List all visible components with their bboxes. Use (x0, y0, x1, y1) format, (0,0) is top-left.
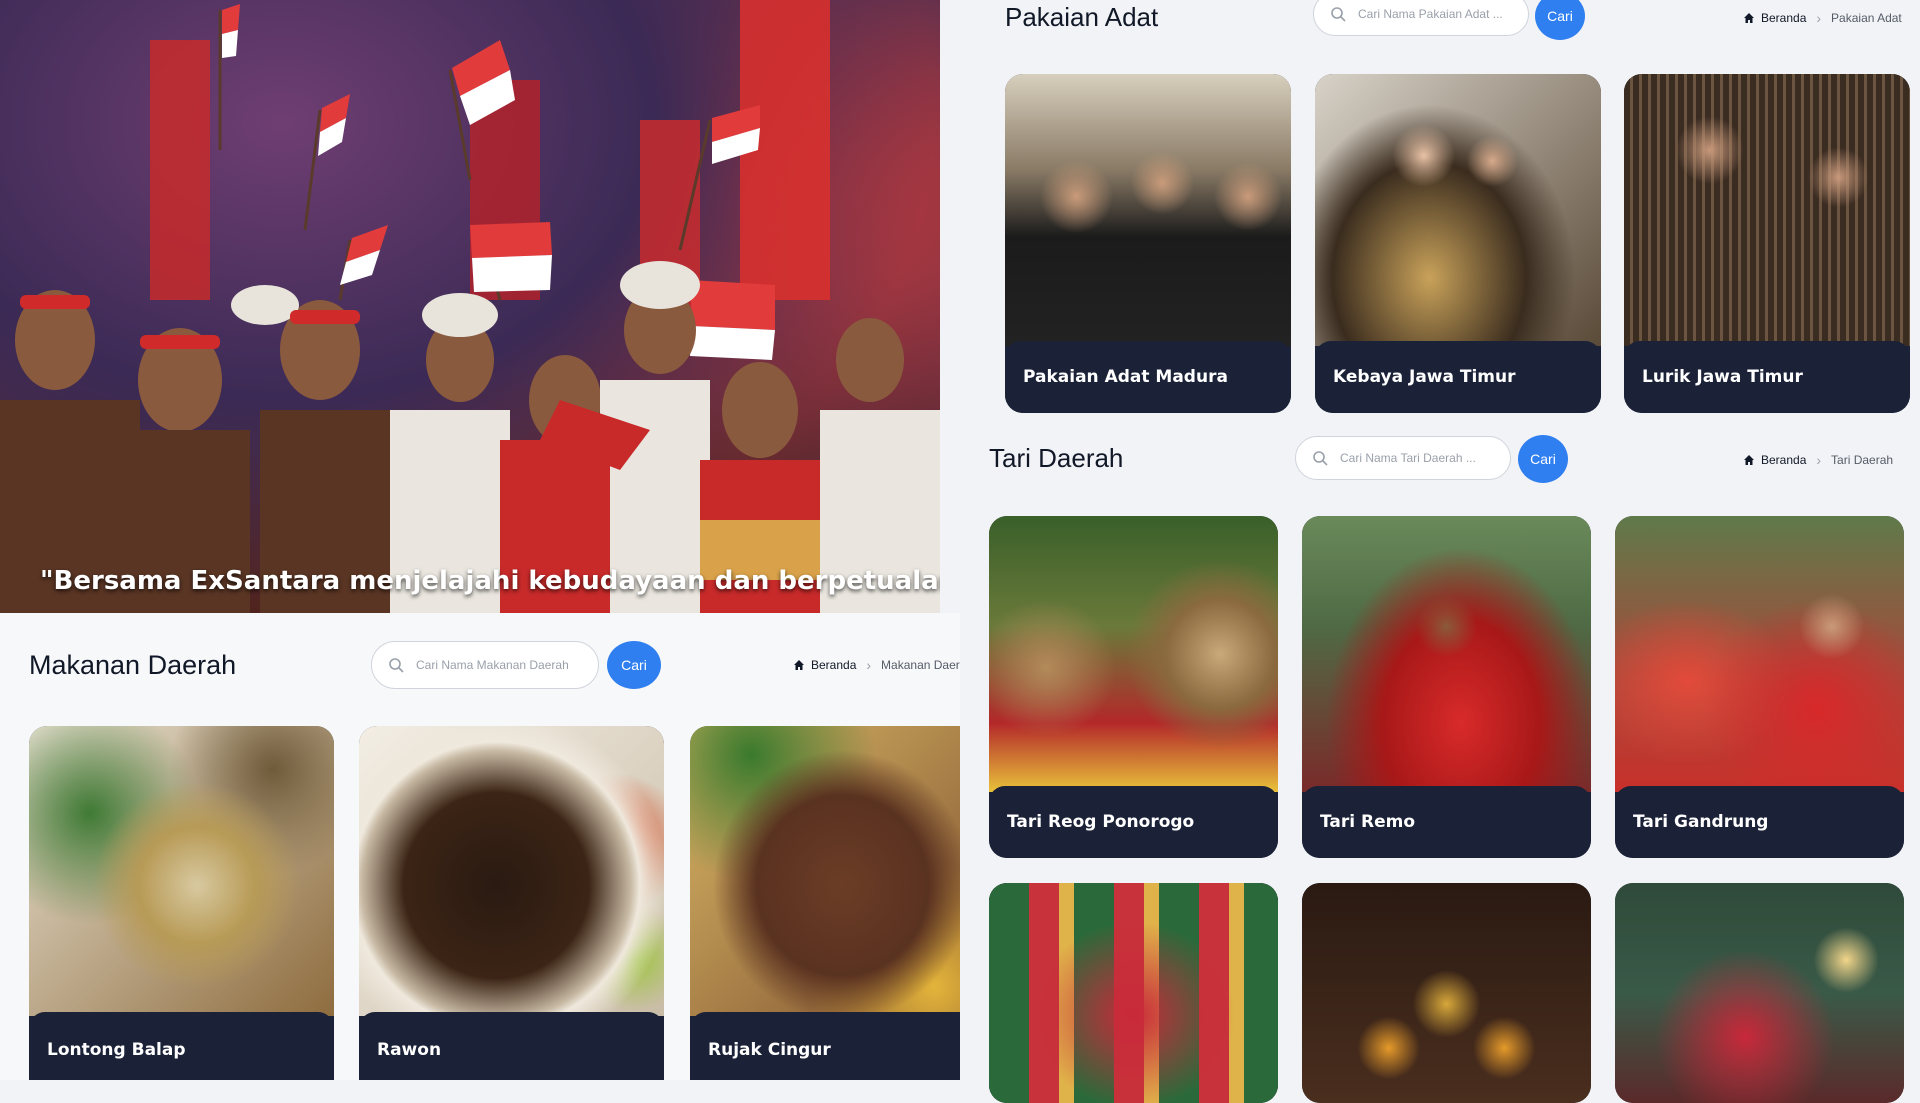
tari-card[interactable]: Tari Reog Ponorogo (989, 516, 1278, 858)
makanan-card[interactable]: Rawon (359, 726, 664, 1080)
tari-breadcrumb: Beranda › Tari Daerah (1743, 452, 1893, 468)
makanan-card-image (359, 726, 664, 1016)
makanan-card[interactable]: Rujak Cingur (690, 726, 960, 1080)
breadcrumb-current: Pakaian Adat (1831, 11, 1902, 25)
pakaian-search-box (1313, 0, 1529, 36)
makanan-card-image (29, 726, 334, 1016)
tari-card-image (1302, 883, 1591, 1103)
makanan-search-box (371, 641, 599, 689)
tari-card-image (1302, 516, 1591, 792)
tari-search-input[interactable] (1338, 450, 1510, 466)
pakaian-card-image (1624, 74, 1910, 346)
pakaian-search-button[interactable]: Cari (1535, 0, 1585, 40)
makanan-section: Makanan Daerah Cari Beranda › Makanan Da… (0, 613, 960, 1080)
tari-search-box (1295, 436, 1511, 480)
breadcrumb-home-label: Beranda (811, 658, 857, 672)
tari-card-image (1615, 883, 1904, 1103)
chevron-right-icon: › (1816, 10, 1822, 26)
makanan-section-title: Makanan Daerah (29, 650, 237, 680)
makanan-card-label: Lontong Balap (47, 1040, 186, 1060)
pakaian-card-label: Pakaian Adat Madura (1023, 367, 1228, 387)
breadcrumb-home-label: Beranda (1761, 453, 1807, 467)
pakaian-card-image (1005, 74, 1291, 346)
pakaian-card-image (1315, 74, 1601, 346)
tari-search-button[interactable]: Cari (1518, 435, 1568, 483)
tari-card[interactable] (1302, 883, 1591, 1103)
pakaian-card[interactable]: Kebaya Jawa Timur (1315, 74, 1601, 413)
tari-card-label: Tari Gandrung (1633, 812, 1769, 832)
tari-card-label: Tari Reog Ponorogo (1007, 812, 1195, 832)
hero-quote: "Bersama ExSantara menjelajahi kebudayaa… (40, 566, 940, 596)
chevron-right-icon: › (866, 657, 872, 673)
breadcrumb-current: Makanan Daerah (881, 658, 960, 672)
makanan-breadcrumb: Beranda › Makanan Daerah (793, 657, 960, 673)
search-icon (389, 658, 404, 673)
search-icon (1331, 7, 1346, 22)
makanan-search-button[interactable]: Cari (607, 641, 661, 689)
makanan-card-label: Rawon (377, 1040, 442, 1060)
breadcrumb-home-label: Beranda (1761, 11, 1807, 25)
pakaian-card-label: Lurik Jawa Timur (1642, 367, 1803, 387)
pakaian-card[interactable]: Lurik Jawa Timur (1624, 74, 1910, 413)
pakaian-search-input[interactable] (1356, 6, 1528, 22)
makanan-card[interactable]: Lontong Balap (29, 726, 334, 1080)
tari-card-image (989, 883, 1278, 1103)
tari-card[interactable]: Tari Gandrung (1615, 516, 1904, 858)
makanan-search-input[interactable] (414, 657, 598, 673)
breadcrumb-home-link[interactable]: Beranda (793, 658, 856, 672)
home-icon (1744, 455, 1754, 465)
pakaian-card[interactable]: Pakaian Adat Madura (1005, 74, 1291, 413)
pakaian-breadcrumb: Beranda › Pakaian Adat (1743, 10, 1902, 26)
breadcrumb-home-link[interactable]: Beranda (1743, 453, 1806, 467)
tari-section-title: Tari Daerah (989, 443, 1124, 473)
pakaian-section-title: Pakaian Adat (1005, 2, 1159, 32)
breadcrumb-current: Tari Daerah (1831, 453, 1894, 467)
breadcrumb-home-link[interactable]: Beranda (1743, 11, 1806, 25)
tari-card-image (1615, 516, 1904, 792)
hero-image (0, 0, 940, 613)
pakaian-card-label: Kebaya Jawa Timur (1333, 367, 1516, 387)
home-icon (794, 660, 804, 670)
tari-card-label: Tari Remo (1320, 812, 1416, 832)
tari-card[interactable] (989, 883, 1278, 1103)
search-icon (1313, 451, 1328, 466)
tari-card-image (989, 516, 1278, 792)
tari-card[interactable] (1615, 883, 1904, 1103)
chevron-right-icon: › (1816, 452, 1822, 468)
tari-card[interactable]: Tari Remo (1302, 516, 1591, 858)
makanan-card-image (690, 726, 960, 1016)
hero-banner: "Bersama ExSantara menjelajahi kebudayaa… (0, 0, 940, 613)
home-icon (1744, 13, 1754, 23)
makanan-card-label: Rujak Cingur (708, 1040, 831, 1060)
